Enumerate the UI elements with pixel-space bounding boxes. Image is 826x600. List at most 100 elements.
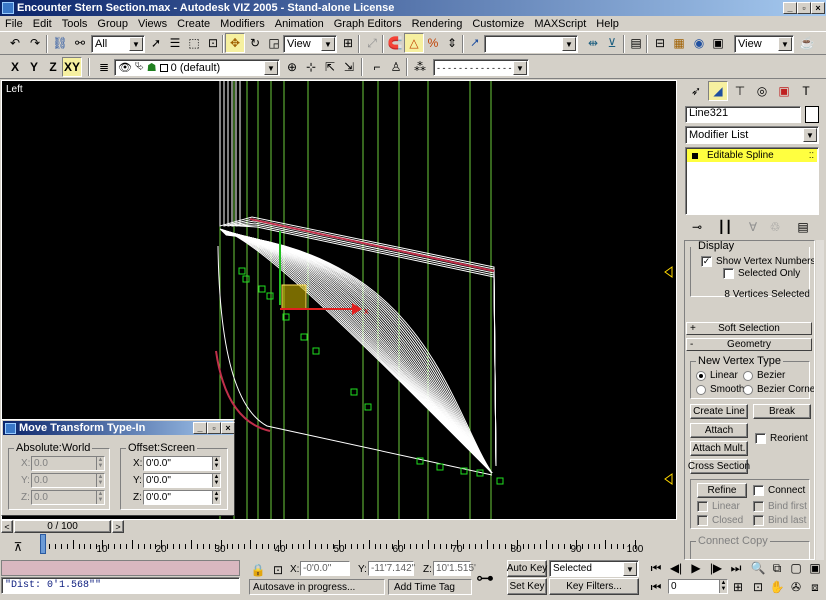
vertex-marker[interactable]: [364, 403, 372, 411]
next-frame-icon[interactable]: |▶: [706, 558, 726, 578]
display-tab-icon[interactable]: ▣: [774, 81, 794, 101]
track-bar[interactable]: 10 20 30 40 50 60 70 80 90 100: [38, 533, 643, 557]
remove-modifier-icon[interactable]: ♲: [765, 217, 785, 237]
arc-rotate-icon[interactable]: ✇: [786, 577, 806, 597]
prev-frame-button[interactable]: <: [1, 520, 13, 533]
zoom-all-icon[interactable]: ⧉: [767, 558, 787, 578]
dialog-title-bar[interactable]: Move Transform Type-In _ ▫ ×: [3, 421, 235, 435]
menu-edit[interactable]: Edit: [28, 18, 57, 30]
named-selection-icon[interactable]: ⭧: [465, 33, 485, 53]
vertex-marker[interactable]: [266, 292, 274, 300]
abs-x-spinner[interactable]: 0.0 ▲ ▼: [31, 456, 105, 471]
closed-checkbox[interactable]: Closed: [697, 515, 743, 526]
vertex-marker[interactable]: [258, 285, 266, 293]
bind-last-checkbox[interactable]: Bind last: [753, 515, 806, 526]
auto-key-button[interactable]: Auto Key: [507, 560, 547, 577]
break-button[interactable]: Break: [753, 404, 811, 419]
object-color-swatch[interactable]: [805, 106, 819, 123]
bind-first-checkbox[interactable]: Bind first: [753, 501, 807, 512]
curve-editor-icon[interactable]: ⊟: [650, 33, 670, 53]
cross-section-button[interactable]: Cross Section: [688, 459, 750, 474]
render-view-dropdown[interactable]: View ▼: [734, 35, 794, 53]
show-vertex-numbers-checkbox[interactable]: ✓ Show Vertex Numbers: [701, 256, 814, 267]
off-z-spinner[interactable]: 0'0.0" ▲ ▼: [143, 490, 221, 505]
select-manipulate-icon[interactable]: ⤢: [362, 33, 382, 53]
rectangular-selection-icon[interactable]: ⬚: [184, 33, 204, 53]
key-mode-dropdown[interactable]: Selected ▼: [549, 560, 639, 577]
dialog-maximize-button[interactable]: ▫: [207, 422, 221, 434]
time-slider-thumb[interactable]: 0 / 100: [14, 520, 111, 533]
pivot-center-icon[interactable]: ⊞: [338, 33, 358, 53]
schematic-view-icon[interactable]: ▦: [669, 33, 689, 53]
time-configuration-icon[interactable]: ⊞: [728, 577, 748, 597]
track-bar-menu-icon[interactable]: ⊼: [8, 537, 28, 557]
render-scene-icon[interactable]: ▣: [708, 33, 728, 53]
maxscript-listener-input[interactable]: [1, 560, 240, 576]
layer-dropdown[interactable]: 👁 ⮱ ☗ 0 (default) ▼: [114, 59, 280, 76]
spinner-arrows-icon[interactable]: ▲ ▼: [96, 491, 104, 504]
set-key-button[interactable]: Set Key: [507, 578, 547, 595]
vertex-marker[interactable]: [238, 267, 246, 275]
stack-item-editable-spline[interactable]: Editable Spline ⁚⁚: [687, 149, 817, 162]
create-line-button[interactable]: Create Line: [690, 404, 748, 419]
smooth-radio[interactable]: Smooth: [696, 384, 744, 395]
time-cursor[interactable]: [40, 534, 46, 554]
select-by-name-icon[interactable]: ☰: [165, 33, 185, 53]
line-style-dropdown[interactable]: - - - - - - - - - - - - - - ▼: [433, 59, 529, 76]
menu-customize[interactable]: Customize: [467, 18, 529, 30]
next-frame-button[interactable]: >: [112, 520, 124, 533]
measure-icon[interactable]: ⌐: [367, 57, 387, 77]
bezier-corner-radio[interactable]: Bezier Corner: [743, 384, 814, 395]
refine-linear-checkbox[interactable]: Linear: [697, 501, 740, 512]
add-time-tag-button[interactable]: Add Time Tag: [388, 579, 472, 595]
menu-animation[interactable]: Animation: [270, 18, 329, 30]
connect-checkbox[interactable]: Connect: [753, 485, 805, 496]
play-icon[interactable]: ▶: [686, 558, 706, 578]
spinner-arrows-icon[interactable]: ▲ ▼: [96, 474, 104, 487]
dotted-grid-icon[interactable]: ⁂: [410, 57, 430, 77]
percent-snap-icon[interactable]: %: [423, 33, 443, 53]
spinner-arrows-icon[interactable]: ▲ ▼: [212, 457, 220, 470]
off-y-spinner[interactable]: 0'0.0" ▲ ▼: [143, 473, 221, 488]
off-x-spinner[interactable]: 0'0.0" ▲ ▼: [143, 456, 221, 471]
create-layer-icon[interactable]: ⊕: [282, 57, 302, 77]
spinner-arrows-icon[interactable]: ▲ ▼: [212, 491, 220, 504]
named-selection-dropdown[interactable]: ▼: [484, 35, 578, 53]
previous-frame-icon[interactable]: ◀|: [666, 558, 686, 578]
selected-only-checkbox[interactable]: Selected Only: [723, 268, 800, 279]
modifier-list-dropdown[interactable]: Modifier List ▼: [685, 126, 819, 144]
selection-filter-dropdown[interactable]: All ▼: [91, 35, 145, 53]
z-coord-field[interactable]: 10'1.515': [433, 561, 476, 576]
spinner-arrows-icon[interactable]: ▲ ▼: [719, 580, 727, 593]
scale-icon[interactable]: ◲: [264, 33, 284, 53]
spinner-arrows-icon[interactable]: ▲ ▼: [96, 457, 104, 470]
pin-stack-icon[interactable]: ⊸: [687, 217, 707, 237]
layer-list-icon[interactable]: ≣: [94, 57, 114, 77]
move-icon[interactable]: ✥: [225, 33, 245, 53]
zoom-extents-all-icon[interactable]: ▣: [805, 558, 825, 578]
linear-radio[interactable]: Linear: [696, 370, 738, 381]
angle-snap-icon[interactable]: △: [404, 33, 424, 53]
menu-create[interactable]: Create: [172, 18, 215, 30]
restrict-y-button[interactable]: Y: [24, 57, 44, 77]
vertex-marker[interactable]: [436, 463, 444, 471]
spinner-arrows-icon[interactable]: ▲ ▼: [212, 474, 220, 487]
soft-selection-rollout[interactable]: + Soft Selection: [686, 322, 812, 335]
pan-icon[interactable]: ♙: [386, 57, 406, 77]
vertex-marker[interactable]: [300, 333, 308, 341]
add-to-layer-icon[interactable]: ⊹: [301, 57, 321, 77]
snap-icon[interactable]: 🧲: [385, 33, 405, 53]
move-gizmo-plane[interactable]: [281, 284, 307, 310]
go-to-start-icon[interactable]: ⏮: [646, 558, 666, 578]
redo-icon[interactable]: ↷: [25, 33, 45, 53]
restrict-x-button[interactable]: X: [5, 57, 25, 77]
x-coord-field[interactable]: -0'0.0": [300, 561, 350, 576]
restrict-xy-button[interactable]: XY: [62, 57, 82, 77]
abs-z-spinner[interactable]: 0.0 ▲ ▼: [31, 490, 105, 505]
restore-button[interactable]: ▫: [797, 2, 811, 14]
menu-file[interactable]: File: [0, 18, 28, 30]
make-unique-icon[interactable]: ∀: [743, 217, 763, 237]
maximize-viewport-icon[interactable]: ⧈: [805, 577, 825, 597]
create-tab-icon[interactable]: ➶: [686, 81, 706, 101]
absolute-mode-icon[interactable]: ⊡: [268, 560, 288, 580]
